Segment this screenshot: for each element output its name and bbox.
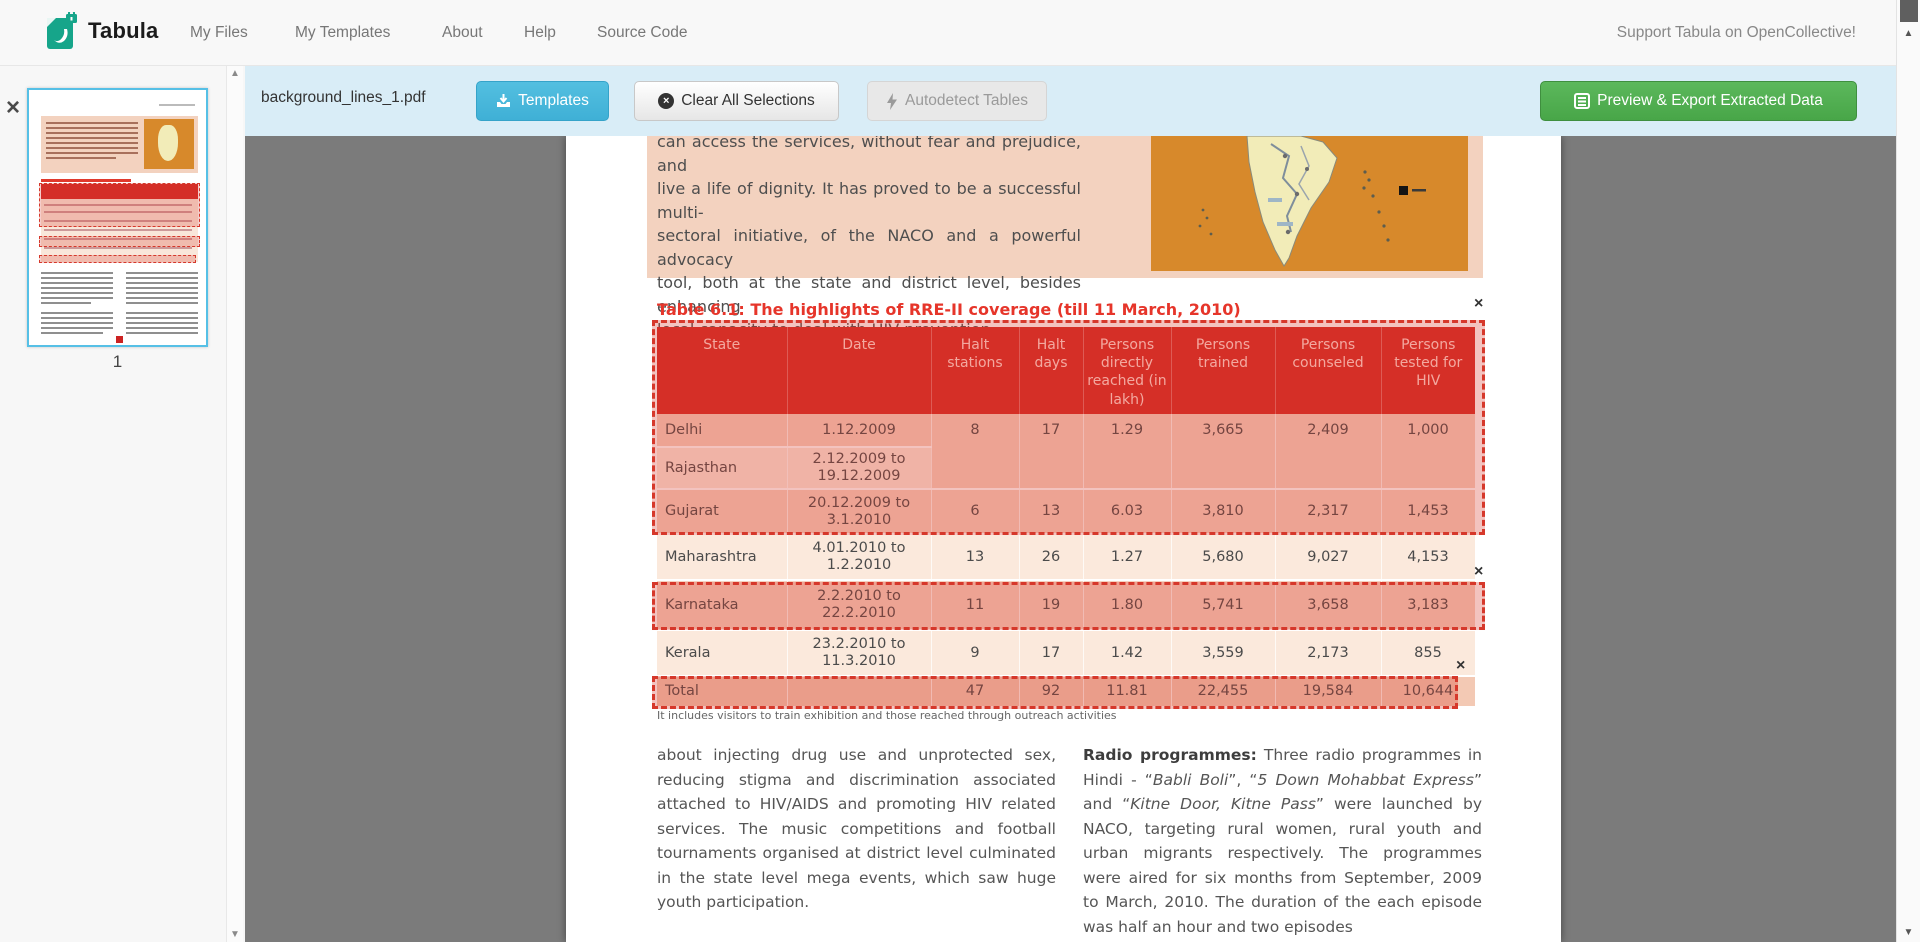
scroll-up-icon[interactable]: ▲ bbox=[227, 68, 243, 79]
list-alt-icon bbox=[1574, 93, 1590, 109]
thumb-table-title bbox=[41, 179, 131, 182]
flash-icon bbox=[886, 93, 898, 110]
clear-button-label: Clear All Selections bbox=[681, 92, 815, 110]
body-left-paragraph: about injecting drug use and unprotected… bbox=[657, 743, 1056, 915]
thumbnail-page-number: 1 bbox=[27, 352, 208, 372]
scroll-down-icon[interactable]: ▼ bbox=[227, 929, 243, 940]
pdf-canvas-area: can access the services, without fear an… bbox=[245, 136, 1896, 942]
template-import-icon bbox=[496, 94, 511, 109]
india-route-map bbox=[1151, 136, 1468, 271]
table-row: Maharashtra4.01.2010 to 1.2.2010 1326 1.… bbox=[657, 534, 1475, 580]
sidebar-scrollbar[interactable]: ▲ ▼ bbox=[226, 66, 243, 942]
brand-title[interactable]: Tabula bbox=[88, 18, 158, 44]
window-scrollbar[interactable]: ▲ ▼ bbox=[1896, 0, 1920, 942]
delete-selection-1-icon[interactable]: × bbox=[1474, 296, 1483, 312]
intro-text-block: can access the services, without fear an… bbox=[647, 136, 1483, 278]
nav-help[interactable]: Help bbox=[524, 0, 556, 66]
nav-source-code[interactable]: Source Code bbox=[597, 0, 687, 66]
body-right-paragraph: Radio programmes: Three radio programmes… bbox=[1083, 743, 1482, 939]
table-selection-3[interactable] bbox=[652, 676, 1458, 709]
sidebar-page-list: × bbox=[0, 66, 245, 942]
templates-button[interactable]: Templates bbox=[476, 81, 609, 121]
thumb-selection-3 bbox=[39, 255, 196, 263]
document-filename: background_lines_1.pdf bbox=[261, 89, 426, 107]
table-footnote: It includes visitors to train exhibition… bbox=[657, 709, 1117, 722]
table-row: Kerala23.2.2010 to 11.3.2010 917 1.423,5… bbox=[657, 630, 1475, 676]
templates-button-label: Templates bbox=[518, 92, 589, 110]
thumb-header-line bbox=[159, 104, 195, 106]
delete-selection-3-icon[interactable]: × bbox=[1456, 658, 1465, 674]
delete-selection-2-icon[interactable]: × bbox=[1474, 564, 1483, 580]
scrollbar-down-icon[interactable]: ▼ bbox=[1897, 927, 1920, 938]
thumb-selection-1 bbox=[39, 183, 200, 227]
navbar: Tabula My Files My Templates About Help … bbox=[0, 0, 1920, 66]
nav-my-files[interactable]: My Files bbox=[190, 0, 248, 66]
clear-all-selections-button[interactable]: × Clear All Selections bbox=[634, 81, 839, 121]
remove-page-icon[interactable]: × bbox=[6, 96, 20, 120]
thumb-intro-block bbox=[41, 116, 198, 173]
thumb-selection-2 bbox=[39, 236, 200, 247]
nav-my-templates[interactable]: My Templates bbox=[295, 0, 390, 66]
scrollbar-thumb[interactable] bbox=[1900, 0, 1918, 22]
preview-export-button[interactable]: Preview & Export Extracted Data bbox=[1540, 81, 1857, 121]
brand[interactable]: Tabula bbox=[46, 12, 158, 50]
autodetect-button-label: Autodetect Tables bbox=[905, 92, 1028, 110]
app-body: × bbox=[0, 66, 1920, 942]
thumb-page-badge bbox=[116, 336, 123, 343]
table-selection-1[interactable] bbox=[652, 320, 1485, 535]
autodetect-tables-button[interactable]: Autodetect Tables bbox=[867, 81, 1047, 121]
nav-support-link[interactable]: Support Tabula on OpenCollective! bbox=[1617, 0, 1856, 66]
thumb-map bbox=[144, 119, 194, 169]
main-panel: background_lines_1.pdf Templates × Clear… bbox=[245, 66, 1896, 942]
page-thumbnail[interactable] bbox=[27, 88, 208, 347]
pdf-page[interactable]: can access the services, without fear an… bbox=[566, 136, 1561, 942]
nav-about[interactable]: About bbox=[442, 0, 483, 66]
toolbar: background_lines_1.pdf Templates × Clear… bbox=[245, 66, 1896, 136]
table-selection-2[interactable] bbox=[652, 582, 1485, 630]
export-button-label: Preview & Export Extracted Data bbox=[1597, 92, 1823, 110]
table-caption: Table 6.1: The highlights of RRE-II cove… bbox=[657, 300, 1241, 319]
scrollbar-up-icon[interactable]: ▲ bbox=[1897, 28, 1920, 39]
remove-circle-icon: × bbox=[658, 93, 674, 109]
tabula-logo-icon bbox=[46, 12, 78, 50]
